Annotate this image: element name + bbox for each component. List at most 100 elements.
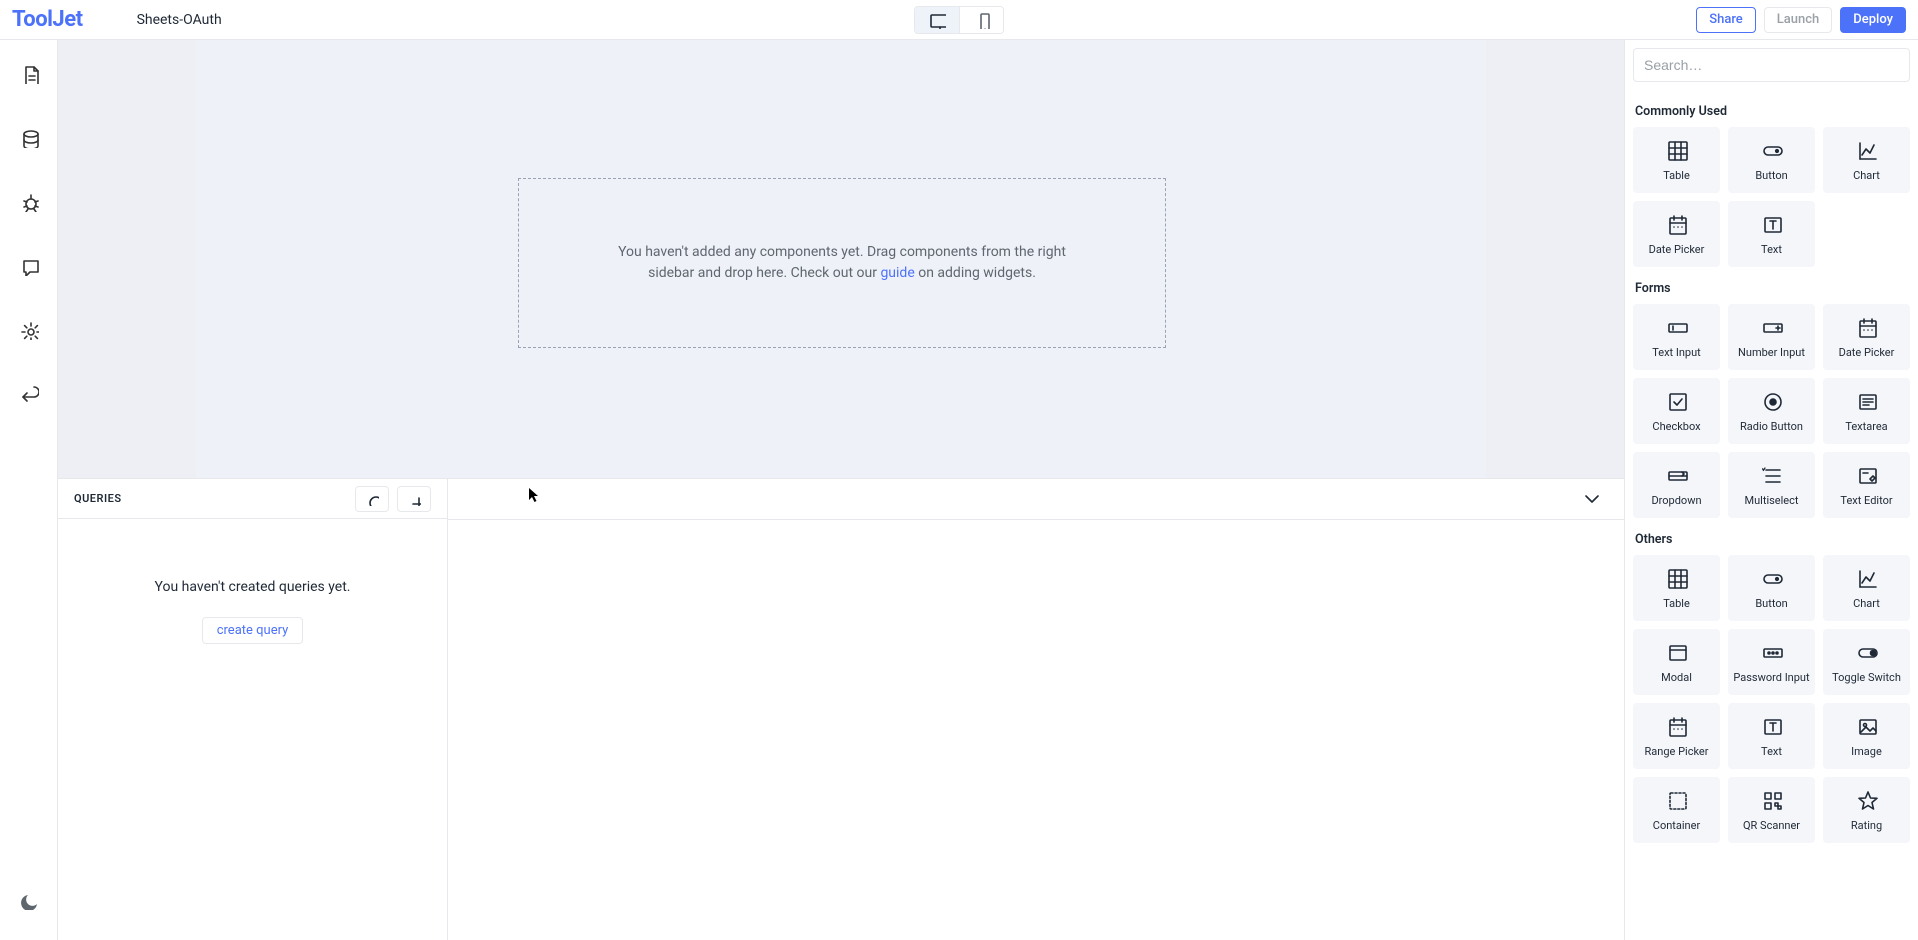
canvas[interactable]: You haven't added any components yet. Dr… [58, 40, 1624, 478]
queries-collapse-button[interactable] [1580, 487, 1602, 509]
component-label: Rating [1851, 819, 1882, 832]
chart-icon [1856, 567, 1878, 589]
component-range-picker[interactable]: Range Picker [1633, 703, 1720, 769]
component-label: Button [1755, 169, 1787, 182]
component-label: Checkbox [1652, 420, 1700, 433]
rail-undo[interactable] [17, 382, 41, 406]
component-date-picker[interactable]: Date Picker [1633, 201, 1720, 267]
component-password-input[interactable]: Password Input [1728, 629, 1815, 695]
page-icon [19, 64, 39, 84]
component-text[interactable]: Text [1728, 703, 1815, 769]
component-section-title: Others [1635, 532, 1908, 547]
viewport-desktop-button[interactable] [915, 7, 959, 33]
rail-comments[interactable] [17, 254, 41, 278]
component-label: Modal [1661, 671, 1692, 684]
component-section-title: Commonly Used [1635, 104, 1908, 119]
component-label: Text [1761, 745, 1782, 758]
queries-add-button[interactable] [397, 486, 431, 512]
comment-icon [19, 256, 39, 276]
component-toggle-switch[interactable]: Toggle Switch [1823, 629, 1910, 695]
plus-icon [407, 492, 421, 506]
app-title[interactable]: Sheets-OAuth [137, 12, 222, 28]
canvas-empty-message: You haven't added any components yet. Dr… [599, 242, 1085, 284]
component-label: Textarea [1845, 420, 1887, 433]
component-button[interactable]: Button [1728, 127, 1815, 193]
component-textarea[interactable]: Textarea [1823, 378, 1910, 444]
deploy-button[interactable]: Deploy [1840, 7, 1906, 33]
component-label: Date Picker [1839, 346, 1895, 359]
left-rail [0, 40, 58, 940]
component-checkbox[interactable]: Checkbox [1633, 378, 1720, 444]
header-actions: Share Launch Deploy [1696, 7, 1906, 33]
component-text-input[interactable]: Text Input [1633, 304, 1720, 370]
components-panel: Commonly UsedTableButtonChartDate Picker… [1624, 40, 1918, 940]
component-label: Text [1761, 243, 1782, 256]
canvas-dropzone[interactable]: You haven't added any components yet. Dr… [518, 178, 1166, 348]
qr-icon [1761, 789, 1783, 811]
password-icon [1761, 641, 1783, 663]
component-text[interactable]: Text [1728, 201, 1815, 267]
checkbox-icon [1666, 390, 1688, 412]
component-label: Date Picker [1649, 243, 1705, 256]
components-scroll[interactable]: Commonly UsedTableButtonChartDate Picker… [1625, 90, 1918, 940]
component-chart[interactable]: Chart [1823, 555, 1910, 621]
guide-link[interactable]: guide [880, 265, 914, 281]
launch-button[interactable]: Launch [1764, 7, 1833, 33]
texteditor-icon [1856, 464, 1878, 486]
queries-search-button[interactable] [355, 486, 389, 512]
monitor-icon [928, 11, 946, 29]
textarea-icon [1856, 390, 1878, 412]
component-container[interactable]: Container [1633, 777, 1720, 843]
rail-datasources[interactable] [17, 126, 41, 150]
component-multiselect[interactable]: Multiselect [1728, 452, 1815, 518]
component-grid: TableButton Chart Modal Password InputToggl… [1633, 555, 1910, 843]
cursor-icon [528, 487, 540, 503]
component-section-title: Forms [1635, 281, 1908, 296]
component-label: Container [1653, 819, 1700, 832]
component-label: Image [1851, 745, 1882, 758]
queries-header: QUERIES [58, 479, 447, 519]
component-table[interactable]: Table [1633, 127, 1720, 193]
component-radio-button[interactable]: Radio Button [1728, 378, 1815, 444]
button-icon [1761, 139, 1783, 161]
component-label: Range Picker [1645, 745, 1709, 758]
theme-toggle[interactable] [18, 890, 40, 912]
logo[interactable]: ToolJet [12, 7, 83, 32]
rail-pages[interactable] [17, 62, 41, 86]
component-label: Text Editor [1840, 494, 1892, 507]
component-date-picker[interactable]: Date Picker [1823, 304, 1910, 370]
viewport-mobile-button[interactable] [959, 7, 1003, 33]
dropdown-icon [1666, 464, 1688, 486]
toggle-icon [1856, 641, 1878, 663]
create-query-button[interactable]: create query [202, 617, 304, 644]
component-grid: Text Input Number Input Date Picker Checkbo… [1633, 304, 1910, 518]
gear-icon [19, 320, 39, 340]
calendar-icon [1666, 213, 1688, 235]
multiselect-icon [1761, 464, 1783, 486]
table-icon [1666, 567, 1688, 589]
component-grid: Table Button Chart Date Picker Text [1633, 127, 1910, 267]
share-button[interactable]: Share [1696, 7, 1756, 33]
button-icon [1761, 567, 1783, 589]
component-qr-scanner[interactable]: QR Scanner [1728, 777, 1815, 843]
component-chart[interactable]: Chart [1823, 127, 1910, 193]
component-table[interactable]: Table [1633, 555, 1720, 621]
component-button[interactable]: Button [1728, 555, 1815, 621]
rail-debug[interactable] [17, 190, 41, 214]
component-label: Number Input [1738, 346, 1805, 359]
rail-settings[interactable] [17, 318, 41, 342]
calendar-icon [1666, 715, 1688, 737]
component-label: Multiselect [1745, 494, 1799, 507]
component-search-input[interactable] [1633, 48, 1910, 82]
radio-icon [1761, 390, 1783, 412]
component-label: Chart [1853, 169, 1880, 182]
component-rating[interactable]: Rating [1823, 777, 1910, 843]
component-number-input[interactable]: Number Input [1728, 304, 1815, 370]
component-label: Chart [1853, 597, 1880, 610]
component-modal[interactable]: Modal [1633, 629, 1720, 695]
queries-sidebar: QUERIES You haven't created queries yet.… [58, 479, 448, 940]
star-icon [1856, 789, 1878, 811]
component-image[interactable]: Image [1823, 703, 1910, 769]
component-dropdown[interactable]: Dropdown [1633, 452, 1720, 518]
component-text-editor[interactable]: Text Editor [1823, 452, 1910, 518]
